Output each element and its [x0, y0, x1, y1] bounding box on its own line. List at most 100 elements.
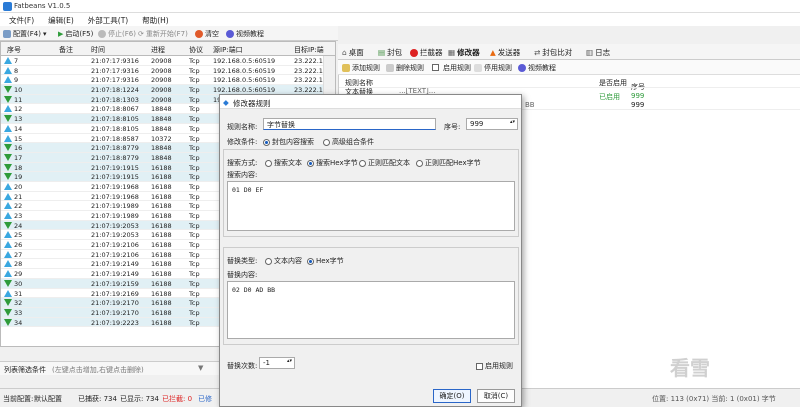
chevron-down-icon: ▾: [42, 29, 47, 38]
arrow-down-icon: [4, 95, 12, 103]
stepper-icon[interactable]: ▴▾: [510, 119, 515, 125]
regex-hex-radio[interactable]: 正则匹配Hex字节: [416, 158, 481, 168]
cell-time: 21:07:19:2169: [91, 289, 139, 298]
arrow-up-icon: [4, 76, 12, 84]
col-process[interactable]: 进程: [151, 45, 165, 55]
seq-input[interactable]: 999 ▴▾: [466, 118, 518, 130]
tab-modifier[interactable]: ▦ 修改器: [448, 47, 480, 58]
cancel-button[interactable]: 取消(C): [477, 389, 515, 403]
enable-rule-checkbox[interactable]: 启用规则: [476, 361, 513, 371]
cell-n: 28: [14, 260, 23, 269]
cell-pid: 16188: [151, 260, 172, 269]
tutorial-button[interactable]: 视频教程: [226, 28, 264, 39]
replace-count-input[interactable]: -1 ▴▾: [259, 357, 295, 369]
tab-sender[interactable]: ▲ 发送器: [490, 47, 520, 58]
start-button[interactable]: ▶ 启动(F5): [58, 28, 93, 39]
rule-row-status: 已启用: [599, 93, 620, 101]
cell-time: 21:07:19:1915: [91, 173, 139, 182]
arrow-up-icon: [4, 105, 12, 113]
filter-funnel-icon[interactable]: ▼: [198, 364, 203, 372]
ok-button[interactable]: 确定(O): [433, 389, 471, 403]
cell-pid: 20908: [151, 86, 172, 95]
cell-n: 10: [14, 86, 23, 95]
status-modified: 已修: [198, 395, 212, 403]
add-rule-button[interactable]: 添加规则: [342, 62, 380, 73]
cond-advanced-radio[interactable]: 高级组合条件: [323, 137, 374, 147]
arrow-up-icon: [4, 202, 12, 210]
arrow-down-icon: [4, 153, 12, 161]
replace-hex-radio[interactable]: Hex字节: [307, 256, 344, 266]
cell-time: 21:07:19:1915: [91, 163, 139, 172]
col-src[interactable]: 源IP:端口: [213, 45, 243, 55]
rule-toolbar: 添加规则 删除规则 启用规则 停用规则 视频教程: [338, 60, 800, 75]
replace-text-radio[interactable]: 文本内容: [265, 256, 302, 266]
cell-pid: 16188: [151, 241, 172, 250]
cell-time: 21:07:19:1989: [91, 202, 139, 211]
tab-compare[interactable]: ⇄ 封包比对: [534, 47, 572, 58]
rule-row-seq-2: 999: [631, 101, 645, 109]
config-button[interactable]: 配置(F4) ▾: [3, 28, 46, 39]
compare-icon: ⇄: [534, 48, 541, 57]
col-note[interactable]: 备注: [59, 45, 73, 55]
rule-list-divider: [339, 87, 800, 88]
col-dst[interactable]: 目标IP:端: [294, 45, 324, 55]
cell-proto: Tcp: [189, 299, 200, 308]
arrow-up-icon: [4, 66, 12, 74]
gear-icon: [3, 29, 11, 38]
cell-time: 21:07:18:8779: [91, 144, 139, 153]
cell-n: 7: [14, 57, 19, 65]
cell-proto: Tcp: [189, 318, 200, 327]
menu-tools[interactable]: 外部工具(T): [79, 13, 133, 26]
cell-proto: Tcp: [189, 231, 200, 240]
replace-content-textarea[interactable]: 02 D0 AD BB: [227, 281, 515, 339]
stepper-icon[interactable]: ▴▾: [287, 358, 292, 364]
cell-n: 33: [14, 308, 23, 317]
cell-pid: 18848: [151, 144, 172, 153]
menu-edit[interactable]: 编辑(E): [39, 13, 79, 26]
regex-text-radio[interactable]: 正则匹配文本: [359, 158, 410, 168]
search-text-radio[interactable]: 搜索文本: [265, 158, 302, 168]
sender-icon: ▲: [490, 48, 496, 57]
enable-rule-button[interactable]: 启用规则: [432, 62, 471, 73]
cell-proto: Tcp: [189, 202, 200, 211]
cell-n: 13: [14, 115, 23, 124]
arrow-up-icon: [4, 192, 12, 200]
table-row[interactable]: 8 21:07:17:9316 20908 Tcp 192.168.0.5:60519 2…: [1, 66, 335, 76]
add-icon: [342, 63, 350, 72]
col-time[interactable]: 时间: [91, 45, 105, 55]
menu-file[interactable]: 文件(F): [0, 13, 39, 26]
cell-proto: Tcp: [189, 57, 200, 65]
col-proto[interactable]: 协议: [189, 45, 203, 55]
cell-time: 21:07:18:8587: [91, 134, 139, 143]
rule-name-input[interactable]: 字节替换: [263, 118, 436, 130]
search-content-textarea[interactable]: 01 D0 EF: [227, 181, 515, 231]
cell-proto: Tcp: [189, 270, 200, 279]
modifier-icon: ▦: [448, 48, 456, 57]
table-row[interactable]: 7 21:07:17:9316 20908 Tcp 192.168.0.5:60519 2…: [1, 56, 335, 66]
cell-n: 20: [14, 182, 23, 191]
stop-icon: [98, 29, 106, 38]
tab-desktop[interactable]: ⌂ 桌面: [342, 47, 364, 58]
restart-button[interactable]: ⟳ 重新开始(F7): [138, 28, 188, 39]
help-icon: [226, 29, 234, 38]
clear-button[interactable]: 清空: [195, 28, 219, 39]
cell-time: 21:07:18:8105: [91, 115, 139, 124]
tab-interceptor[interactable]: 拦截器: [410, 47, 443, 58]
dialog-title: 修改器规则: [233, 99, 271, 108]
disable-icon: [474, 63, 482, 72]
cell-time: 21:07:19:2053: [91, 231, 139, 240]
arrow-down-icon: [4, 115, 12, 123]
col-seq[interactable]: 序号: [7, 45, 21, 55]
tab-packet[interactable]: ▤ 封包: [378, 47, 402, 58]
cell-proto: Tcp: [189, 279, 200, 288]
arrow-down-icon: [4, 279, 12, 287]
disable-rule-button[interactable]: 停用规则: [474, 62, 512, 73]
menu-help[interactable]: 帮助(H): [133, 13, 174, 26]
table-row[interactable]: 9 21:07:17:9316 20908 Tcp 192.168.0.5:60519 2…: [1, 75, 335, 86]
cond-content-radio[interactable]: 封包内容搜索: [263, 137, 314, 147]
rule-tutorial-button[interactable]: 视频教程: [518, 62, 556, 73]
delete-rule-button[interactable]: 删除规则: [386, 62, 424, 73]
search-hex-radio[interactable]: 搜索Hex字节: [307, 158, 358, 168]
tab-log[interactable]: ▥ 日志: [586, 47, 610, 58]
stop-button[interactable]: 停止(F6): [98, 28, 136, 39]
